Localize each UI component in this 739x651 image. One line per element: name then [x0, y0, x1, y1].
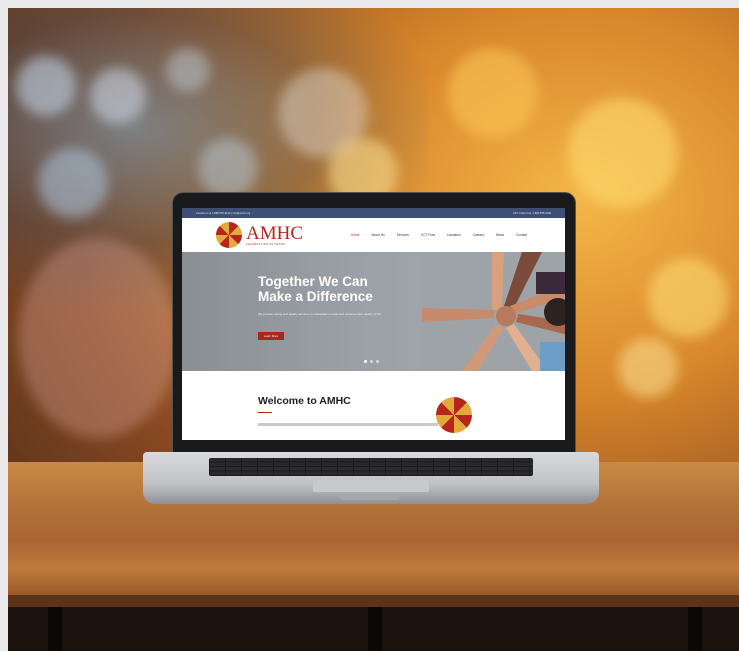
- menu-item-about-us[interactable]: About Us: [372, 233, 385, 237]
- bokeh-light: [568, 98, 678, 208]
- bokeh-light: [90, 68, 146, 124]
- desk-leg: [688, 607, 702, 651]
- scene: Contact us at 1-888-555-0123 | info@amhc…: [0, 0, 739, 651]
- hero-subtitle: We provide caring and quality services t…: [258, 312, 382, 316]
- hero-banner: Together We Can Make a Difference We pro…: [182, 252, 565, 371]
- laptop-lid: Contact us at 1-888-555-0123 | info@amhc…: [173, 193, 575, 455]
- logo-tagline: CELEBRATING 50 YEARS: [246, 242, 286, 246]
- logo-title: AMHC: [246, 222, 304, 244]
- desk-leg: [368, 607, 382, 651]
- carousel-dot[interactable]: [370, 360, 373, 363]
- menu-item-services[interactable]: Services: [397, 233, 409, 237]
- menu-item-contact[interactable]: Contact: [516, 233, 527, 237]
- logo[interactable]: AMHC CELEBRATING 50 YEARS: [246, 222, 304, 246]
- bokeh-light: [618, 338, 678, 398]
- welcome-section: Welcome to AMHC: [182, 371, 565, 440]
- laptop-trackpad: [313, 480, 429, 492]
- topbar-crisis-text: 24/7 Crisis Line: 1-800-555-0199: [513, 211, 551, 215]
- menu-item-careers[interactable]: Careers: [473, 233, 484, 237]
- bokeh-light: [166, 48, 210, 92]
- laptop-screen: Contact us at 1-888-555-0123 | info@amhc…: [182, 208, 565, 440]
- carousel-dots: [364, 360, 379, 363]
- desk-edge: [8, 595, 739, 607]
- bokeh-light: [448, 48, 538, 138]
- laptop-base: [143, 452, 599, 504]
- menu-item-news[interactable]: News: [496, 233, 504, 237]
- website-topbar: Contact us at 1-888-555-0123 | info@amhc…: [182, 208, 565, 218]
- hands-together-photo: [422, 252, 565, 371]
- amhc-logo-icon[interactable]: [216, 222, 242, 248]
- welcome-text-line: [258, 423, 438, 426]
- welcome-logo-icon: [436, 397, 472, 433]
- bokeh-light: [16, 56, 76, 116]
- website-navbar: AMHC CELEBRATING 50 YEARS Home About Us …: [182, 218, 565, 252]
- learn-more-button[interactable]: Learn More: [258, 332, 284, 340]
- menu-item-home[interactable]: Home: [351, 233, 360, 237]
- welcome-divider: [258, 412, 272, 413]
- laptop-keyboard: [209, 458, 533, 476]
- main-menu: Home About Us Services CCT Flow Location…: [351, 233, 527, 237]
- laptop-front-notch: [339, 494, 401, 500]
- desk-leg: [48, 607, 62, 651]
- topbar-contact-text: Contact us at 1-888-555-0123 | info@amhc…: [196, 211, 251, 215]
- bokeh-light: [198, 138, 258, 198]
- bokeh-light: [648, 258, 728, 338]
- welcome-title: Welcome to AMHC: [258, 395, 351, 407]
- menu-item-cct-flow[interactable]: CCT Flow: [421, 233, 435, 237]
- under-desk-shadow: [8, 607, 739, 651]
- carousel-dot[interactable]: [376, 360, 379, 363]
- hero-title: Together We Can Make a Difference: [258, 274, 373, 304]
- bokeh-light: [38, 148, 108, 218]
- carousel-dot[interactable]: [364, 360, 367, 363]
- bokeh-light: [18, 238, 178, 438]
- menu-item-locations[interactable]: Locations: [447, 233, 461, 237]
